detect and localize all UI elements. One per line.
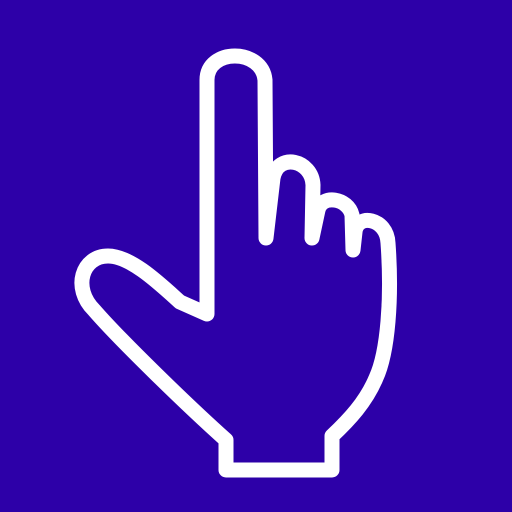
icon-canvas	[0, 0, 512, 512]
pointing-hand-icon	[0, 0, 512, 512]
icon-background	[0, 0, 512, 512]
